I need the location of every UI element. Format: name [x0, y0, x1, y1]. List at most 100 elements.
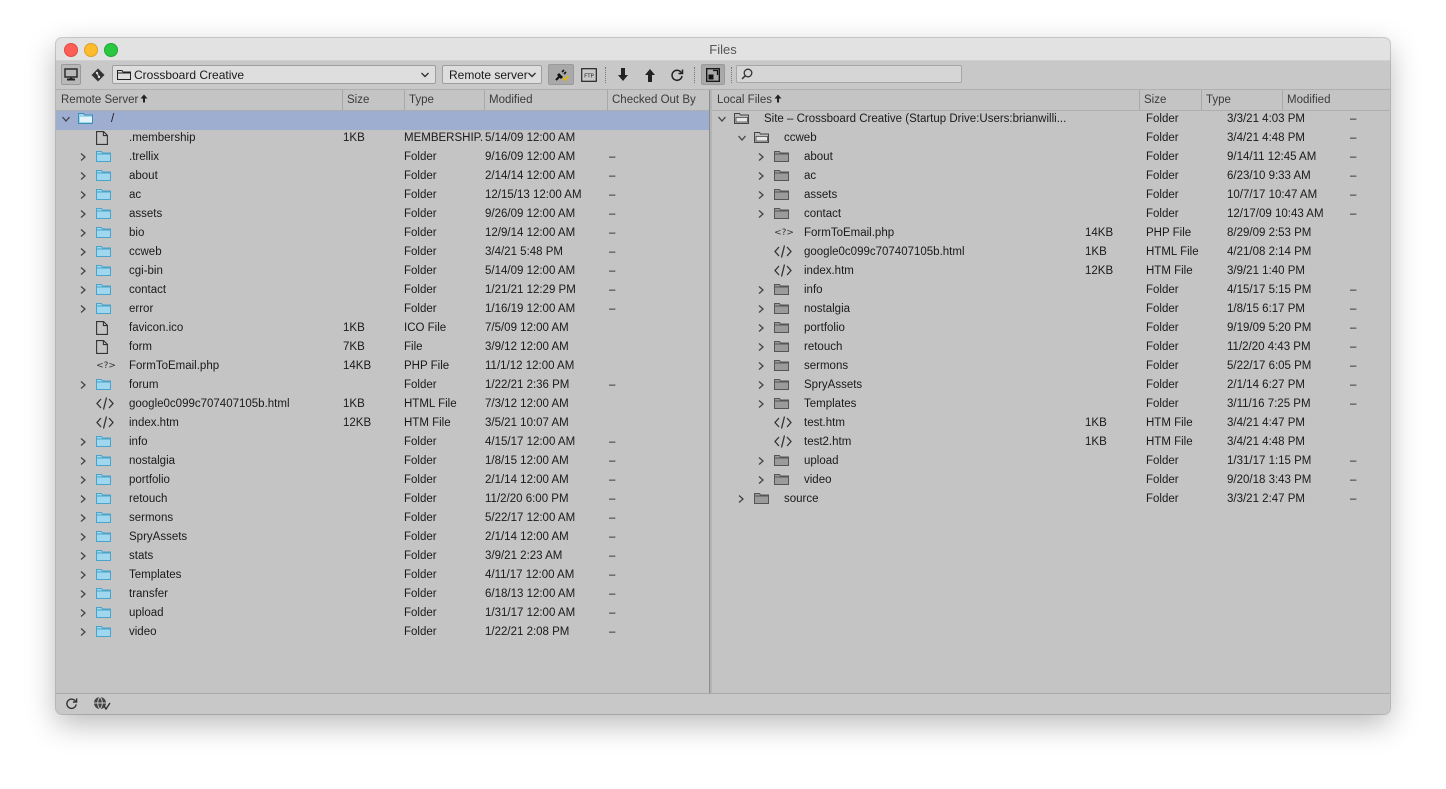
file-row[interactable]: .membership 1KB MEMBERSHIP... 5/14/09 12:00… [56, 130, 709, 149]
folder-row[interactable]: .trellix Folder 9/16/09 12:00 AM – [56, 149, 709, 168]
folder-row[interactable]: info Folder 4/15/17 12:00 AM – [56, 434, 709, 453]
file-row[interactable]: google0c099c707407105b.html 1KB HTML File 4… [712, 244, 1390, 263]
folder-row[interactable]: Templates Folder 4/11/17 12:00 AM – [56, 567, 709, 586]
folder-row[interactable]: retouch Folder 11/2/20 6:00 PM – [56, 491, 709, 510]
ftp-log-button[interactable]: FTP [579, 64, 599, 85]
disclosure-collapsed-icon[interactable] [79, 247, 89, 259]
folder-row[interactable]: about Folder 2/14/14 12:00 AM – [56, 168, 709, 187]
folder-row[interactable]: ac Folder 6/23/10 9:33 AM – [712, 168, 1390, 187]
column-header-name[interactable]: Remote Server [57, 94, 341, 106]
disclosure-collapsed-icon[interactable] [79, 228, 89, 240]
disclosure-collapsed-icon[interactable] [79, 570, 89, 582]
get-files-button[interactable] [613, 64, 633, 85]
disclosure-collapsed-icon[interactable] [79, 285, 89, 297]
disclosure-collapsed-icon[interactable] [79, 551, 89, 563]
disclosure-collapsed-icon[interactable] [79, 608, 89, 620]
site-select[interactable]: Crossboard Creative [112, 65, 436, 84]
folder-row[interactable]: sermons Folder 5/22/17 6:05 PM – [712, 358, 1390, 377]
folder-row[interactable]: portfolio Folder 9/19/09 5:20 PM – [712, 320, 1390, 339]
disclosure-expanded-icon[interactable] [61, 114, 71, 126]
folder-row[interactable]: contact Folder 12/17/09 10:43 AM – [712, 206, 1390, 225]
folder-row[interactable]: Templates Folder 3/11/16 7:25 PM – [712, 396, 1390, 415]
folder-row[interactable]: nostalgia Folder 1/8/15 12:00 AM – [56, 453, 709, 472]
folder-row[interactable]: assets Folder 10/7/17 10:47 AM – [712, 187, 1390, 206]
disclosure-collapsed-icon[interactable] [79, 209, 89, 221]
connect-button[interactable] [548, 64, 574, 85]
expand-view-button[interactable] [701, 64, 725, 85]
search-field[interactable] [736, 65, 962, 83]
disclosure-collapsed-icon[interactable] [79, 532, 89, 544]
folder-row[interactable]: upload Folder 1/31/17 12:00 AM – [56, 605, 709, 624]
column-header-checked-out[interactable]: Checked Out By [607, 90, 707, 110]
column-header-type[interactable]: Type [1201, 90, 1282, 110]
file-row[interactable]: index.htm 12KB HTM File 3/9/21 1:40 PM [712, 263, 1390, 282]
server-select[interactable]: Remote server [442, 65, 542, 84]
disclosure-collapsed-icon[interactable] [79, 475, 89, 487]
disclosure-collapsed-icon[interactable] [737, 494, 747, 506]
folder-row[interactable]: video Folder 1/22/21 2:08 PM – [56, 624, 709, 643]
folder-row[interactable]: transfer Folder 6/18/13 12:00 AM – [56, 586, 709, 605]
site-manager-button[interactable] [61, 64, 81, 85]
folder-row[interactable]: ac Folder 12/15/13 12:00 AM – [56, 187, 709, 206]
file-row[interactable]: test2.htm 1KB HTM File 3/4/21 4:48 PM [712, 434, 1390, 453]
column-header-type[interactable]: Type [404, 90, 484, 110]
disclosure-collapsed-icon[interactable] [79, 589, 89, 601]
folder-row[interactable]: error Folder 1/16/19 12:00 AM – [56, 301, 709, 320]
folder-row[interactable]: source Folder 3/3/21 2:47 PM – [712, 491, 1390, 510]
disclosure-expanded-icon[interactable] [737, 133, 747, 145]
disclosure-expanded-icon[interactable] [717, 114, 727, 126]
folder-row[interactable]: bio Folder 12/9/14 12:00 AM – [56, 225, 709, 244]
disclosure-collapsed-icon[interactable] [757, 171, 767, 183]
folder-row[interactable]: assets Folder 9/26/09 12:00 AM – [56, 206, 709, 225]
folder-row[interactable]: retouch Folder 11/2/20 4:43 PM – [712, 339, 1390, 358]
file-row[interactable]: google0c099c707407105b.html 1KB HTML File 7… [56, 396, 709, 415]
disclosure-collapsed-icon[interactable] [79, 171, 89, 183]
column-header-size[interactable]: Size [342, 90, 404, 110]
folder-row[interactable]: ccweb Folder 3/4/21 4:48 PM – [712, 130, 1390, 149]
disclosure-collapsed-icon[interactable] [757, 209, 767, 221]
disclosure-collapsed-icon[interactable] [757, 361, 767, 373]
disclosure-collapsed-icon[interactable] [757, 285, 767, 297]
folder-row[interactable]: upload Folder 1/31/17 1:15 PM – [712, 453, 1390, 472]
folder-row[interactable]: SpryAssets Folder 2/1/14 12:00 AM – [56, 529, 709, 548]
disclosure-collapsed-icon[interactable] [79, 456, 89, 468]
folder-row[interactable]: stats Folder 3/9/21 2:23 AM – [56, 548, 709, 567]
disclosure-collapsed-icon[interactable] [79, 437, 89, 449]
folder-row[interactable]: video Folder 9/20/18 3:43 PM – [712, 472, 1390, 491]
folder-row[interactable]: / [56, 111, 709, 130]
folder-row[interactable]: about Folder 9/14/11 12:45 AM – [712, 149, 1390, 168]
column-header-size[interactable]: Size [1139, 90, 1201, 110]
disclosure-collapsed-icon[interactable] [757, 380, 767, 392]
file-row[interactable]: index.htm 12KB HTM File 3/5/21 10:07 AM [56, 415, 709, 434]
disclosure-collapsed-icon[interactable] [757, 323, 767, 335]
folder-row[interactable]: portfolio Folder 2/1/14 12:00 AM – [56, 472, 709, 491]
disclosure-collapsed-icon[interactable] [757, 342, 767, 354]
disclosure-collapsed-icon[interactable] [79, 494, 89, 506]
disclosure-collapsed-icon[interactable] [79, 627, 89, 639]
validate-button[interactable] [93, 696, 111, 714]
disclosure-collapsed-icon[interactable] [79, 152, 89, 164]
file-row[interactable]: favicon.ico 1KB ICO File 7/5/09 12:00 AM [56, 320, 709, 339]
folder-row[interactable]: nostalgia Folder 1/8/15 6:17 PM – [712, 301, 1390, 320]
refresh-button[interactable] [667, 64, 687, 85]
column-header-name[interactable]: Local Files [713, 94, 1139, 106]
file-row[interactable]: <?> FormToEmail.php 14KB PHP File 11/1/12 12… [56, 358, 709, 377]
disclosure-collapsed-icon[interactable] [79, 513, 89, 525]
git-button[interactable] [88, 64, 108, 85]
disclosure-collapsed-icon[interactable] [757, 456, 767, 468]
file-row[interactable]: test.htm 1KB HTM File 3/4/21 4:47 PM [712, 415, 1390, 434]
column-header-modified[interactable]: Modified [1282, 90, 1390, 110]
disclosure-collapsed-icon[interactable] [757, 475, 767, 487]
file-row[interactable]: form 7KB File 3/9/12 12:00 AM [56, 339, 709, 358]
folder-row[interactable]: Site – Crossboard Creative (Startup Driv… [712, 111, 1390, 130]
folder-row[interactable]: SpryAssets Folder 2/1/14 6:27 PM – [712, 377, 1390, 396]
folder-row[interactable]: forum Folder 1/22/21 2:36 PM – [56, 377, 709, 396]
folder-row[interactable]: sermons Folder 5/22/17 12:00 AM – [56, 510, 709, 529]
column-header-modified[interactable]: Modified [484, 90, 607, 110]
disclosure-collapsed-icon[interactable] [757, 304, 767, 316]
file-row[interactable]: <?> FormToEmail.php 14KB PHP File 8/29/09 2:… [712, 225, 1390, 244]
disclosure-collapsed-icon[interactable] [79, 380, 89, 392]
disclosure-collapsed-icon[interactable] [757, 399, 767, 411]
disclosure-collapsed-icon[interactable] [79, 266, 89, 278]
disclosure-collapsed-icon[interactable] [79, 190, 89, 202]
